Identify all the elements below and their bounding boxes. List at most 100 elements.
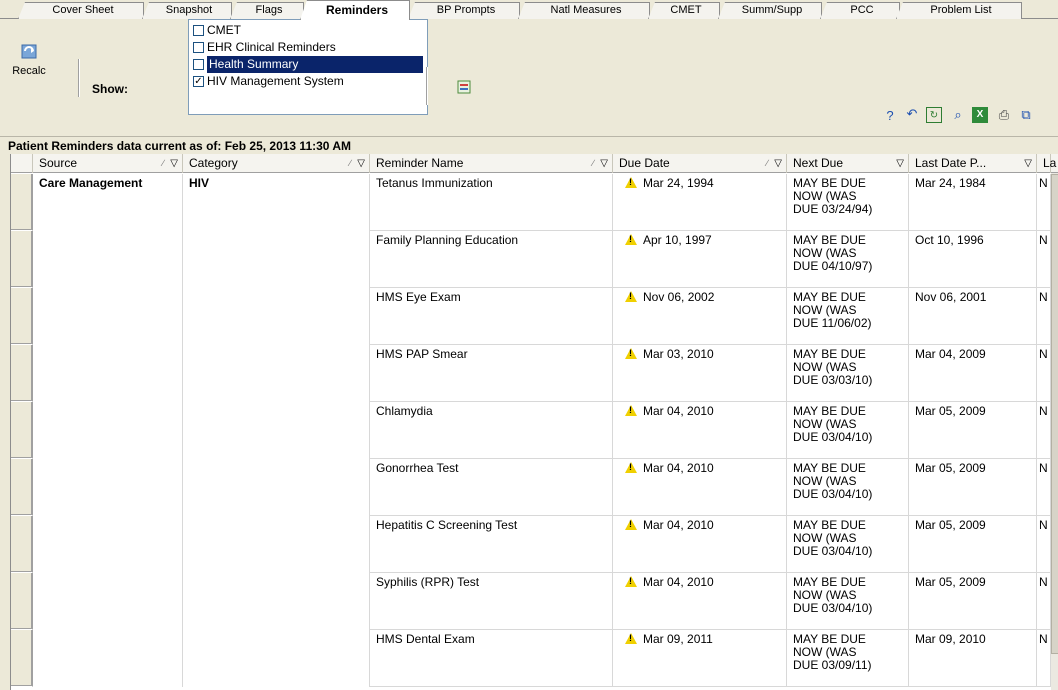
warning-icon <box>625 633 637 644</box>
next-due-line: DUE 03/04/10) <box>793 544 873 558</box>
sort-icon[interactable]: ∕ <box>592 154 594 173</box>
tab-summ-supp[interactable]: Summ/Supp <box>718 2 822 19</box>
refresh-icon[interactable]: ↻ <box>926 107 942 123</box>
last-date-cell: Mar 04, 2009 <box>909 345 1037 402</box>
reminder-name-cell: Chlamydia <box>370 402 613 459</box>
next-due-cell: MAY BE DUE NOW (WAS DUE 04/10/97) <box>787 231 909 288</box>
recalc-button[interactable]: Recalc <box>12 41 46 101</box>
column-header-reminder-name[interactable]: Reminder Name ▽ ∕ <box>370 154 613 173</box>
scrollbar-thumb[interactable] <box>1051 174 1058 654</box>
column-header-category[interactable]: Category ▽ ∕ <box>183 154 370 173</box>
column-header-next-due[interactable]: Next Due ▽ <box>787 154 909 173</box>
reminder-name-cell: Gonorrhea Test <box>370 459 613 516</box>
tab-snapshot[interactable]: Snapshot <box>142 2 232 19</box>
show-option[interactable]: ✓ HIV Management System <box>191 73 344 90</box>
last-date-cell: Mar 09, 2010 <box>909 630 1037 687</box>
copy-icon[interactable]: ⧉ <box>1018 107 1034 123</box>
column-header-label: Due Date <box>619 156 670 170</box>
column-header-source[interactable]: Source ▽ ∕ <box>33 154 183 173</box>
show-option-checkbox[interactable] <box>193 42 204 53</box>
next-due-line: DUE 03/04/10) <box>793 601 873 615</box>
la-cell: N <box>1037 630 1051 687</box>
filter-icon[interactable]: ▽ <box>170 154 178 173</box>
due-date-cell: Mar 04, 2010 <box>613 516 787 573</box>
show-option-checkbox[interactable] <box>193 25 204 36</box>
reminder-name-cell: HMS Eye Exam <box>370 288 613 345</box>
filter-icon[interactable]: ▽ <box>1024 154 1032 173</box>
filter-icon[interactable]: ▽ <box>357 154 365 173</box>
next-due-line: DUE 04/10/97) <box>793 259 873 273</box>
filter-icon[interactable]: ▽ <box>600 154 608 173</box>
filter-icon[interactable]: ▽ <box>774 154 782 173</box>
last-date-cell: Mar 24, 1984 <box>909 174 1037 231</box>
show-option[interactable]: Health Summary <box>191 56 423 73</box>
show-option[interactable]: EHR Clinical Reminders <box>191 39 336 56</box>
help-icon[interactable]: ? <box>882 108 898 124</box>
tab-pcc[interactable]: PCC <box>820 2 900 19</box>
column-header-label: Category <box>189 156 238 170</box>
warning-icon <box>625 234 637 245</box>
sort-icon[interactable]: ∕ <box>162 154 164 173</box>
print-icon[interactable]: ⎙ <box>996 107 1012 123</box>
last-date-cell: Mar 05, 2009 <box>909 402 1037 459</box>
vertical-scrollbar[interactable] <box>1051 173 1058 690</box>
la-cell: N <box>1037 459 1051 516</box>
toolbar-separator <box>78 59 80 97</box>
column-header-due-date[interactable]: Due Date ▽ ∕ <box>613 154 787 173</box>
la-cell: N <box>1037 516 1051 573</box>
show-option[interactable]: CMET <box>191 22 241 39</box>
show-option-label: HIV Management System <box>207 74 344 88</box>
reminders-status-line: Patient Reminders data current as of: Fe… <box>8 139 352 153</box>
show-filter-list[interactable]: CMET EHR Clinical Reminders Health Summary… <box>188 19 428 115</box>
tab-bar: Cover Sheet Snapshot Flags Reminders BP Prom… <box>0 0 1058 20</box>
la-cell: N <box>1037 573 1051 630</box>
column-header-label: La <box>1043 156 1057 170</box>
row-selector[interactable] <box>11 630 33 687</box>
warning-icon <box>625 462 637 473</box>
due-date-cell: Mar 04, 2010 <box>613 573 787 630</box>
row-selector[interactable] <box>11 573 33 630</box>
sort-icon[interactable]: ∕ <box>349 154 351 173</box>
row-selector[interactable] <box>11 516 33 573</box>
tab-problem-list[interactable]: Problem List <box>896 2 1022 19</box>
reminders-toolbar: Recalc Show: CMET EHR Clinical Reminders H… <box>0 19 1058 137</box>
next-due-cell: MAY BE DUE NOW (WAS DUE 11/06/02) <box>787 288 909 345</box>
tab-reminders[interactable]: Reminders <box>300 0 410 20</box>
show-option-checkbox[interactable]: ✓ <box>193 76 204 87</box>
last-date-cell: Mar 05, 2009 <box>909 459 1037 516</box>
show-option-label: Health Summary <box>207 56 423 73</box>
column-header-last-date-p-[interactable]: Last Date P... ▽ <box>909 154 1037 173</box>
sort-icon[interactable]: ∕ <box>766 154 768 173</box>
header-row-selector <box>11 154 33 173</box>
show-option-label: CMET <box>207 23 241 37</box>
excel-icon[interactable]: X <box>972 107 988 123</box>
next-due-cell: MAY BE DUE NOW (WAS DUE 03/03/10) <box>787 345 909 402</box>
filter-icon[interactable]: ▽ <box>896 154 904 173</box>
reminders-grid[interactable]: Source ▽ ∕ Category ▽ ∕ Reminder Name ▽ ∕ Due Dat… <box>10 154 1058 690</box>
tab-flags[interactable]: Flags <box>230 2 304 19</box>
tab-cover-sheet[interactable]: Cover Sheet <box>18 2 144 19</box>
column-header-la[interactable]: La <box>1037 154 1056 173</box>
row-selector[interactable] <box>11 231 33 288</box>
column-header-label: Last Date P... <box>915 156 987 170</box>
row-selector[interactable] <box>11 174 33 231</box>
row-selector[interactable] <box>11 345 33 402</box>
find-icon[interactable]: ⌕ <box>950 107 966 123</box>
tab-natl-measures[interactable]: Natl Measures <box>518 2 650 19</box>
show-option-checkbox[interactable] <box>193 59 204 70</box>
column-header-label: Reminder Name <box>376 156 464 170</box>
reminder-name-cell: Family Planning Education <box>370 231 613 288</box>
tab-bp-prompts[interactable]: BP Prompts <box>408 2 520 19</box>
undo-icon[interactable]: ↶ <box>904 106 920 122</box>
row-selector[interactable] <box>11 402 33 459</box>
row-selector[interactable] <box>11 288 33 345</box>
row-selector[interactable] <box>11 459 33 516</box>
next-due-cell: MAY BE DUE NOW (WAS DUE 03/24/94) <box>787 174 909 231</box>
due-date-cell: Apr 10, 1997 <box>613 231 787 288</box>
tab-cmet[interactable]: CMET <box>648 2 720 19</box>
last-date-cell: Mar 05, 2009 <box>909 516 1037 573</box>
next-due-line: DUE 03/04/10) <box>793 487 873 501</box>
reminder-name-cell: Tetanus Immunization <box>370 174 613 231</box>
report-icon[interactable] <box>456 79 472 95</box>
column-header-label: Source <box>39 156 78 170</box>
